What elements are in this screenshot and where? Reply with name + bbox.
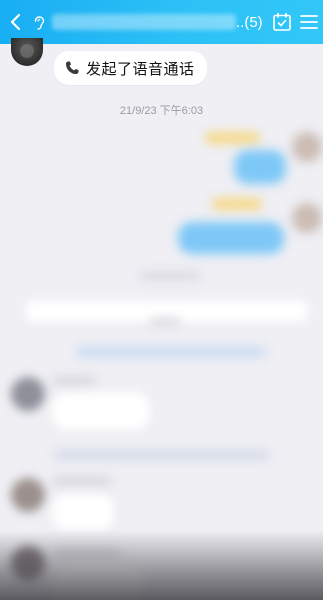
calendar-check-icon xyxy=(273,12,291,31)
sent-nickname-redacted xyxy=(205,132,260,144)
message-timestamp: 21/9/23 下午6:03 xyxy=(119,105,204,117)
sent-message-bubble[interactable] xyxy=(178,222,284,254)
calendar-button[interactable] xyxy=(272,12,292,32)
system-notice-redacted xyxy=(54,450,270,460)
received-message-bubble[interactable] xyxy=(52,392,150,430)
member-nickname-redacted xyxy=(52,376,96,386)
sent-nickname-redacted xyxy=(212,198,262,210)
member-avatar[interactable] xyxy=(11,478,45,512)
self-avatar[interactable] xyxy=(292,203,322,233)
system-notice-redacted xyxy=(140,272,200,280)
chat-title-redacted xyxy=(52,14,236,30)
voice-call-label: 发起了语音通话 xyxy=(86,60,195,78)
chat-title-member-count: ..(5) xyxy=(236,14,263,31)
voice-call-bubble[interactable]: 发起了语音通话 xyxy=(54,51,207,85)
chat-header: ..(5) xyxy=(0,0,323,44)
bottom-overlay xyxy=(0,530,323,600)
sent-message-bubble[interactable] xyxy=(234,150,286,184)
received-message-bubble[interactable] xyxy=(52,494,114,530)
self-avatar[interactable] xyxy=(292,132,322,162)
system-notice-redacted xyxy=(150,318,180,326)
chat-screen: ..(5) 发起了语音通话 21/9/23 下午6:03 xyxy=(0,0,323,600)
phone-icon xyxy=(64,60,80,76)
chevron-left-icon xyxy=(10,13,21,31)
sender-avatar[interactable] xyxy=(11,38,43,66)
member-nickname-redacted xyxy=(52,476,112,486)
member-avatar[interactable] xyxy=(11,377,45,411)
ear-icon xyxy=(33,16,45,30)
menu-button[interactable] xyxy=(300,14,318,30)
back-button[interactable] xyxy=(4,8,28,36)
hamburger-menu-icon xyxy=(300,15,318,29)
system-notice-redacted xyxy=(76,347,266,357)
